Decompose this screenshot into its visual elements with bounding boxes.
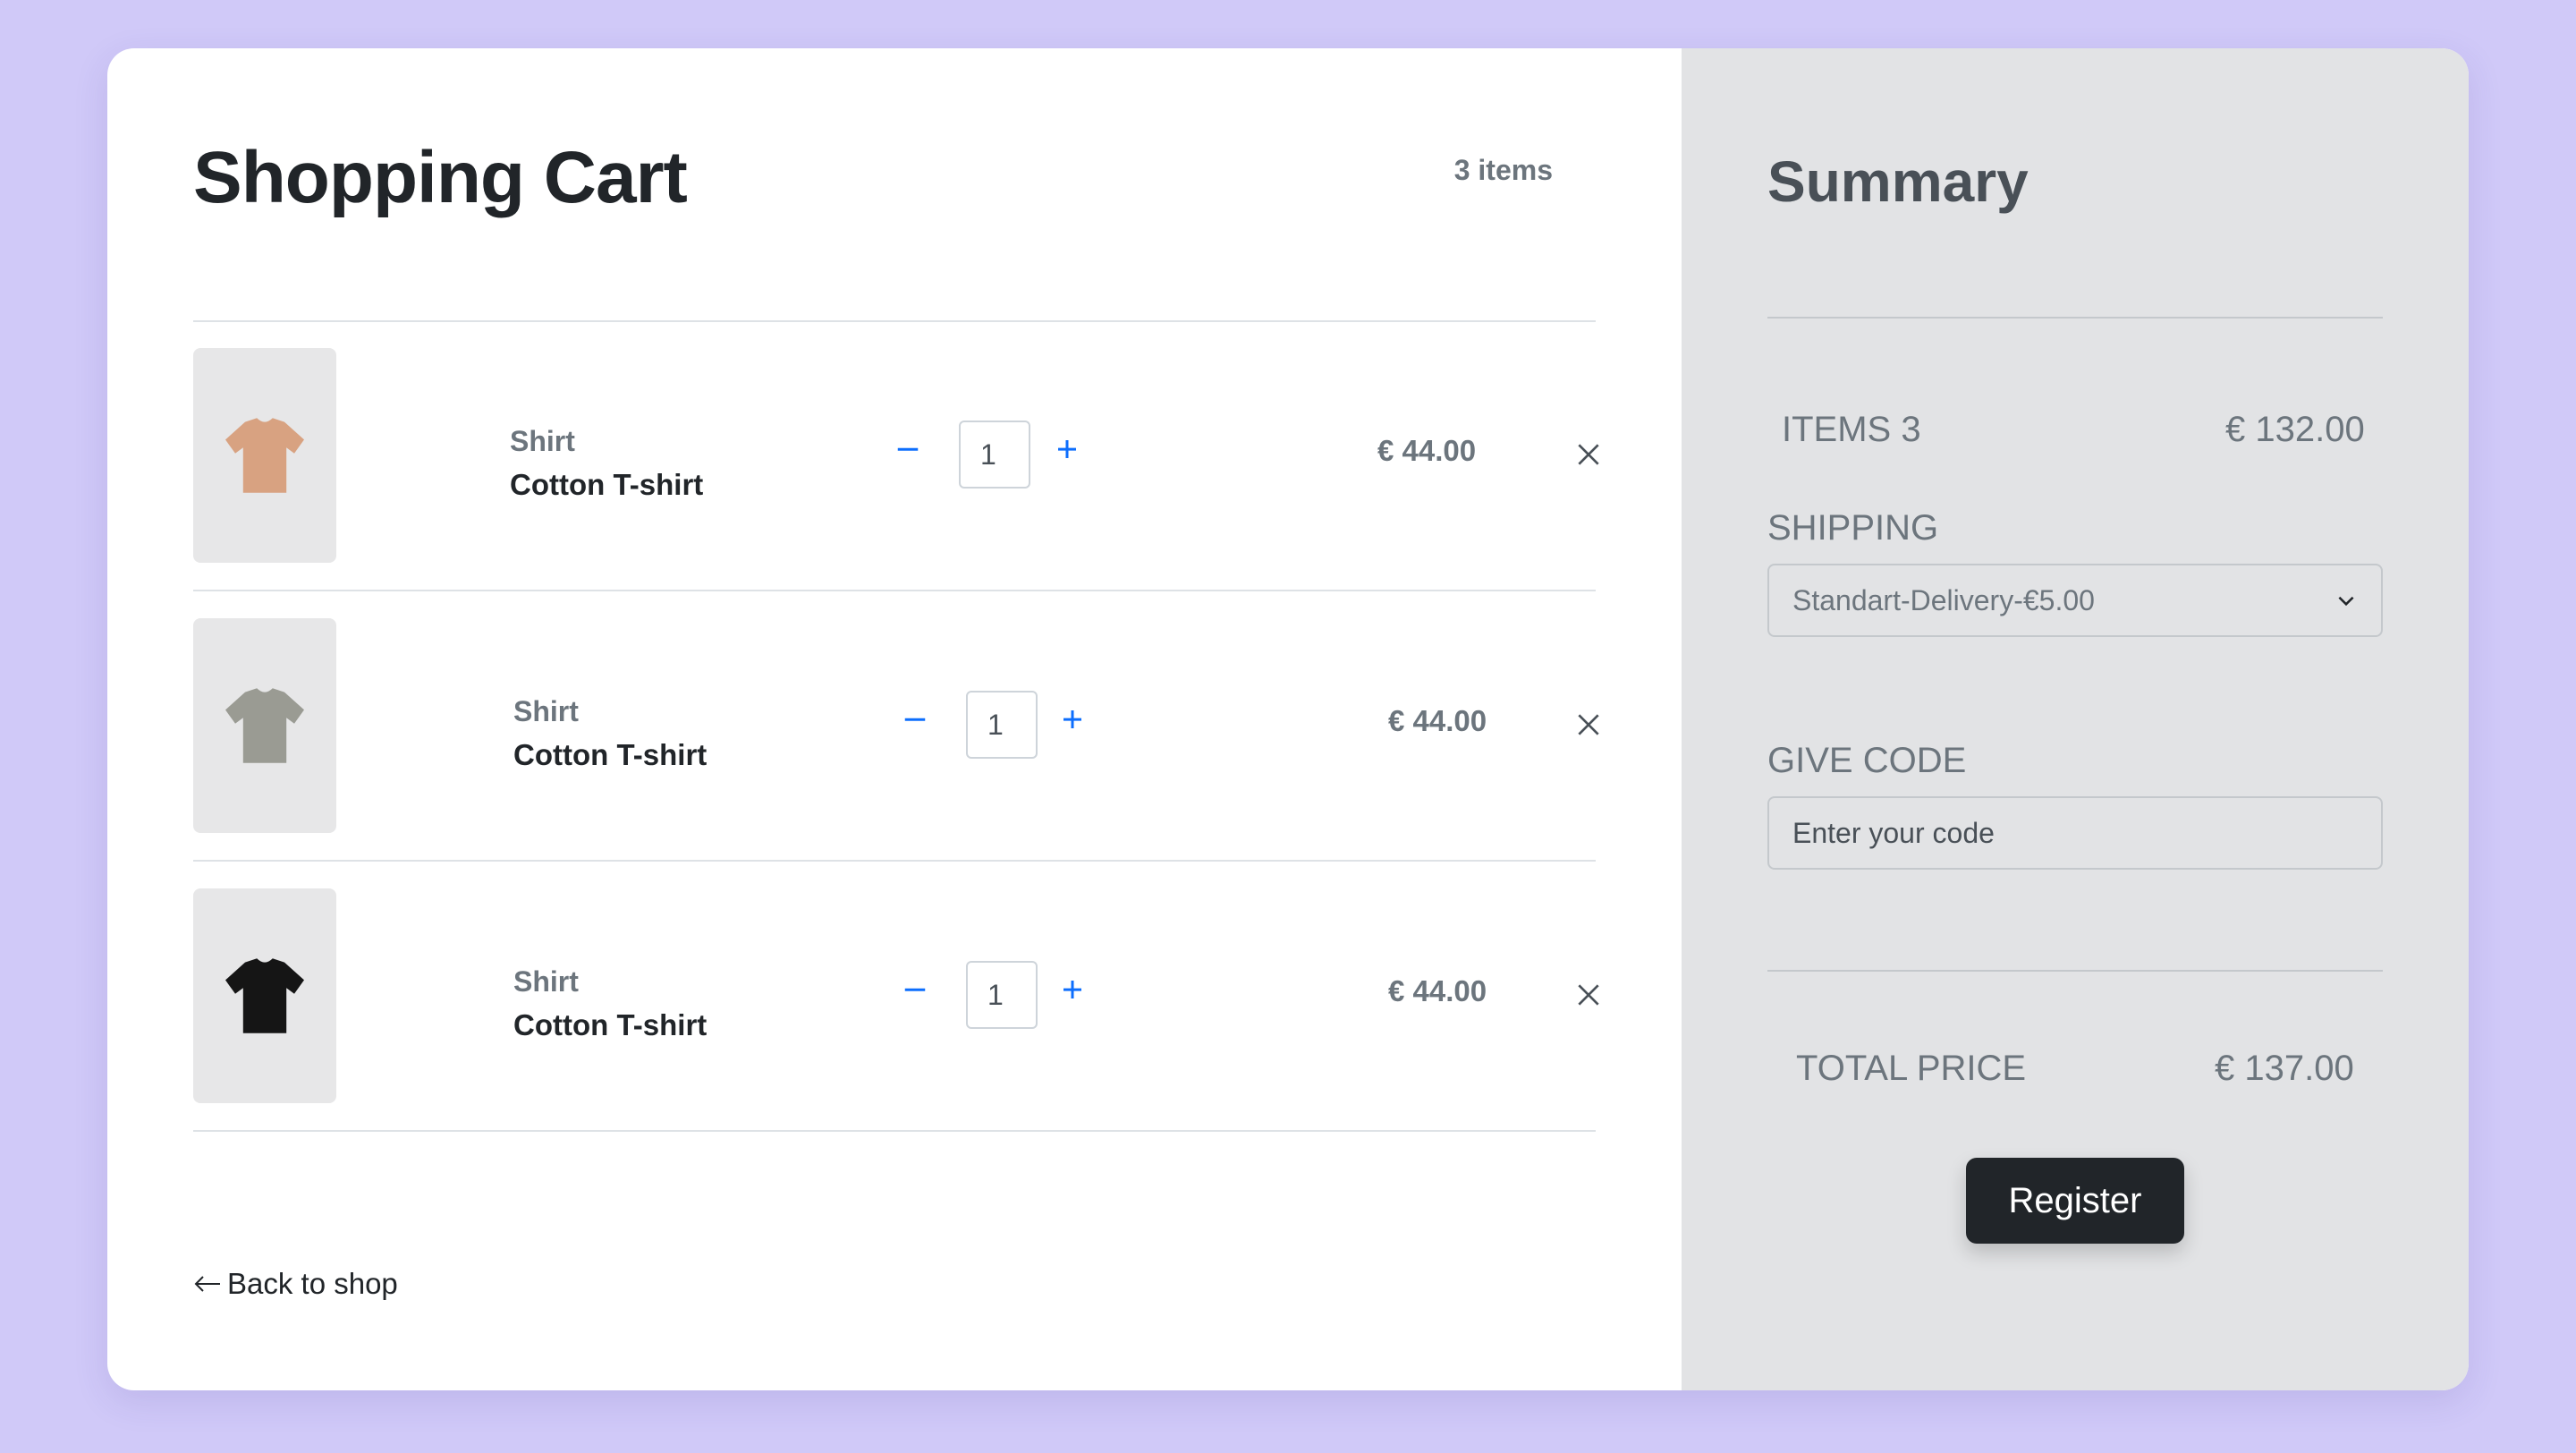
plus-icon: [1058, 440, 1076, 458]
minus-icon: [897, 447, 919, 451]
divider: [193, 590, 1596, 591]
shipping-label: SHIPPING: [1767, 508, 1939, 548]
tshirt-icon: [225, 418, 304, 493]
items-count: 3 items: [1453, 154, 1553, 186]
item-price: € 44.00: [1377, 434, 1477, 467]
register-button[interactable]: Register: [1966, 1158, 2184, 1244]
product-name: Cotton T-shirt: [510, 468, 704, 501]
increase-button[interactable]: [1050, 967, 1095, 1012]
items-total: € 132.00: [2225, 410, 2365, 449]
arrow-left-icon: [194, 1276, 220, 1292]
chevron-down-icon: [2338, 596, 2354, 607]
cart-panel: Shopping Cart 3 items Shirt Cotton T-shi…: [107, 48, 1682, 1390]
plus-icon: [1063, 710, 1081, 728]
remove-button[interactable]: [1562, 968, 1615, 1022]
items-label: ITEMS 3: [1782, 410, 1921, 449]
close-icon: [1578, 984, 1599, 1006]
increase-button[interactable]: [1045, 427, 1089, 472]
decrease-button[interactable]: [893, 697, 937, 742]
product-image: [193, 618, 336, 833]
cart-row: Shirt Cotton T-shirt € 44.00: [193, 348, 1599, 563]
tshirt-icon: [225, 958, 304, 1033]
total-price-label: TOTAL PRICE: [1796, 1049, 2027, 1088]
remove-button[interactable]: [1562, 698, 1615, 752]
minus-icon: [904, 718, 926, 721]
quantity-input[interactable]: [959, 421, 1030, 489]
cart-row: Shirt Cotton T-shirt € 44.00: [193, 618, 1599, 833]
divider: [1767, 970, 2383, 972]
divider: [193, 1130, 1596, 1132]
divider: [193, 860, 1596, 862]
shipping-select[interactable]: Standart-Delivery-€5.00: [1767, 564, 2383, 637]
minus-icon: [904, 988, 926, 991]
close-icon: [1578, 444, 1599, 465]
remove-button[interactable]: [1562, 428, 1615, 481]
summary-panel: Summary ITEMS 3 € 132.00 SHIPPING Standa…: [1682, 48, 2469, 1390]
quantity-input[interactable]: [966, 961, 1038, 1029]
summary-title: Summary: [1767, 149, 2029, 214]
item-price: € 44.00: [1388, 974, 1487, 1007]
product-category: Shirt: [513, 965, 579, 998]
close-icon: [1578, 714, 1599, 735]
promo-code-input[interactable]: [1767, 796, 2383, 870]
product-name: Cotton T-shirt: [513, 738, 708, 771]
back-to-shop-label: Back to shop: [227, 1267, 398, 1300]
divider: [1767, 317, 2383, 319]
tshirt-icon: [225, 688, 304, 763]
cart-row: Shirt Cotton T-shirt € 44.00: [193, 888, 1599, 1103]
product-name: Cotton T-shirt: [513, 1008, 708, 1041]
plus-icon: [1063, 981, 1081, 998]
quantity-input[interactable]: [966, 691, 1038, 759]
page-title: Shopping Cart: [193, 137, 688, 218]
product-category: Shirt: [513, 695, 579, 727]
product-image: [193, 348, 336, 563]
shipping-selected-value: Standart-Delivery-€5.00: [1792, 583, 2095, 616]
decrease-button[interactable]: [893, 967, 937, 1012]
product-category: Shirt: [510, 425, 575, 457]
give-code-label: GIVE CODE: [1767, 741, 1967, 780]
divider: [193, 320, 1596, 322]
cart-card: Shopping Cart 3 items Shirt Cotton T-shi…: [107, 48, 2469, 1390]
product-image: [193, 888, 336, 1103]
back-to-shop-link[interactable]: Back to shop: [193, 1267, 398, 1301]
item-price: € 44.00: [1388, 704, 1487, 737]
decrease-button[interactable]: [886, 427, 930, 472]
total-price-value: € 137.00: [2215, 1049, 2354, 1088]
increase-button[interactable]: [1050, 697, 1095, 742]
